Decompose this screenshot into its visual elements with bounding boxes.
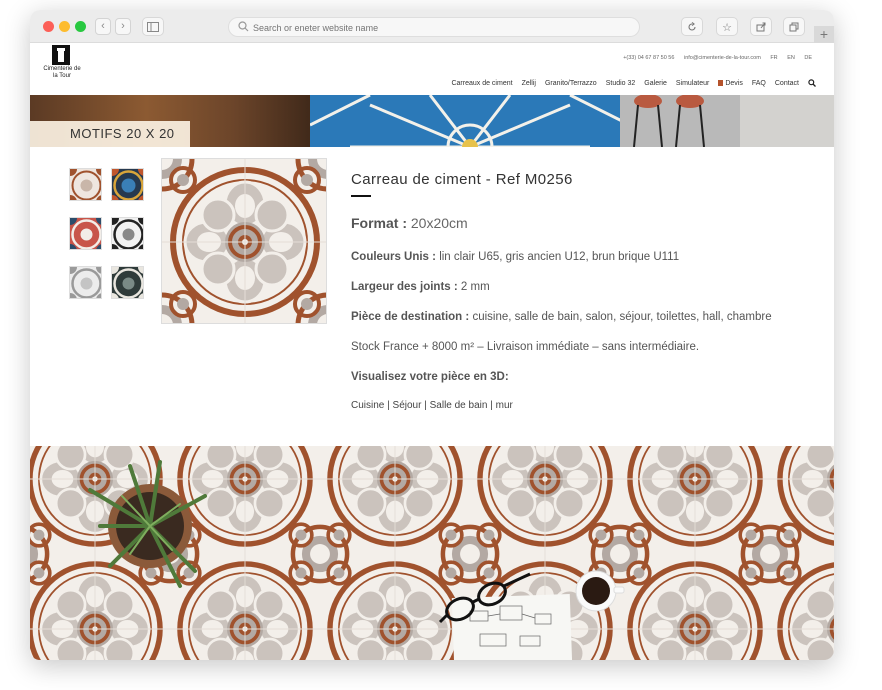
lang-en[interactable]: EN <box>787 55 795 61</box>
tabs-overview-button[interactable] <box>783 17 805 36</box>
tile-thumbnail-image <box>112 218 144 250</box>
forward-button[interactable]: › <box>115 18 131 35</box>
link-3d-mur[interactable]: mur <box>496 400 513 411</box>
browser-window: ‹ › ☆ + Cimenterie de la Tour +(33) 04 6 <box>30 10 834 660</box>
format-label: Format : <box>351 215 407 231</box>
email-link[interactable]: info@cimenterie-de-la-tour.com <box>684 55 761 61</box>
search-icon[interactable] <box>808 79 816 87</box>
3d-room-links: Cuisine | Séjour | Salle de bain | mur <box>351 400 513 411</box>
tile-thumbnail-image <box>70 218 102 250</box>
tile-thumbnail-image <box>112 267 144 299</box>
share-icon <box>756 22 766 32</box>
nav-faq[interactable]: FAQ <box>752 80 766 87</box>
nav-studio[interactable]: Studio 32 <box>606 80 636 87</box>
address-bar[interactable] <box>228 17 640 37</box>
phone-number[interactable]: +(33) 04 67 87 50 56 <box>623 55 674 61</box>
colors-line: Couleurs Unis : lin clair U65, gris anci… <box>351 251 679 263</box>
nav-carreaux[interactable]: Carreaux de ciment <box>451 80 512 87</box>
banner-title: MOTIFS 20 X 20 <box>30 121 190 147</box>
bar-stools-illustration <box>620 95 834 147</box>
chevron-left-icon: ‹ <box>101 20 105 32</box>
category-banner: MOTIFS 20 X 20 <box>30 95 834 147</box>
link-3d-sejour[interactable]: Séjour <box>393 400 422 411</box>
top-contact-bar: +(33) 04 67 87 50 56 info@cimenterie-de-… <box>615 55 812 61</box>
nav-devis[interactable]: Devis <box>718 80 743 87</box>
format-line: Format : 20x20cm <box>351 215 468 231</box>
banner-blue-tile-pattern <box>310 95 630 147</box>
link-separator: | <box>387 400 390 411</box>
joints-label: Largeur des joints : <box>351 281 458 293</box>
colors-label: Couleurs Unis : <box>351 251 436 263</box>
tile-thumbnail-image <box>70 169 102 201</box>
reload-button[interactable] <box>681 17 703 36</box>
format-value: 20x20cm <box>410 215 468 231</box>
sidebar-icon <box>147 22 159 32</box>
product-main-image[interactable] <box>161 158 327 324</box>
lang-fr[interactable]: FR <box>770 55 777 61</box>
nav-zellij[interactable]: Zellij <box>522 80 536 87</box>
link-separator: | <box>490 400 493 411</box>
visualize-heading: Visualisez votre pièce en 3D: <box>351 371 509 383</box>
back-button[interactable]: ‹ <box>95 18 111 35</box>
title-underline <box>351 195 371 197</box>
variant-thumbnail-3[interactable] <box>69 217 102 250</box>
rooms-label: Pièce de destination : <box>351 311 470 323</box>
logo-text: Cimenterie de la Tour <box>43 66 81 79</box>
nav-galerie[interactable]: Galerie <box>644 80 667 87</box>
rooms-value: cuisine, salle de bain, salon, séjour, t… <box>472 311 772 323</box>
nav-granito[interactable]: Granito/Terrazzo <box>545 80 597 87</box>
url-input[interactable] <box>253 20 623 35</box>
star-icon: ☆ <box>722 22 732 34</box>
tower-logo-icon <box>52 45 70 65</box>
variant-thumbnail-5[interactable] <box>69 266 102 299</box>
document-icon <box>718 79 724 86</box>
plus-icon: + <box>819 26 829 42</box>
zoom-window-button[interactable] <box>75 21 86 32</box>
close-window-button[interactable] <box>43 21 54 32</box>
main-navigation: Carreaux de ciment Zellij Granito/Terraz… <box>451 79 816 87</box>
cement-tile-image <box>162 159 327 324</box>
share-button[interactable] <box>750 17 772 36</box>
sketch-paper <box>451 593 573 660</box>
nav-simulateur[interactable]: Simulateur <box>676 80 709 87</box>
site-header: Cimenterie de la Tour +(33) 04 67 87 50 … <box>30 43 834 95</box>
joints-value: 2 mm <box>460 281 490 293</box>
variant-thumbnail-4[interactable] <box>111 217 144 250</box>
lang-de[interactable]: DE <box>804 55 812 61</box>
search-icon <box>238 21 249 32</box>
site-logo[interactable]: Cimenterie de la Tour <box>42 45 82 89</box>
tabs-icon <box>789 22 799 32</box>
reload-icon <box>688 22 696 31</box>
link-3d-cuisine[interactable]: Cuisine <box>351 400 384 411</box>
visualize-label: Visualisez votre pièce en 3D: <box>351 371 509 383</box>
banner-kitchen-photo <box>620 95 834 147</box>
minimize-window-button[interactable] <box>59 21 70 32</box>
new-tab-button[interactable]: + <box>814 26 834 43</box>
link-separator: | <box>424 400 427 411</box>
bookmark-button[interactable]: ☆ <box>716 17 738 36</box>
rooms-line: Pièce de destination : cuisine, salle de… <box>351 311 772 323</box>
nav-contact[interactable]: Contact <box>775 80 799 87</box>
stock-line: Stock France + 8000 m² – Livraison imméd… <box>351 341 700 353</box>
link-3d-salle-de-bain[interactable]: Salle de bain <box>430 400 488 411</box>
tile-thumbnail-image <box>112 169 144 201</box>
chevron-right-icon: › <box>121 20 125 32</box>
tile-thumbnail-image <box>70 267 102 299</box>
sidebar-toggle-button[interactable] <box>142 17 164 36</box>
browser-toolbar: ‹ › ☆ + <box>30 10 834 43</box>
colors-value: lin clair U65, gris ancien U12, brun bri… <box>439 251 680 263</box>
variant-thumbnail-1[interactable] <box>69 168 102 201</box>
nav-devis-label: Devis <box>725 79 743 87</box>
tiled-floor-image <box>30 446 834 660</box>
variant-thumbnail-2[interactable] <box>111 168 144 201</box>
tiled-floor-scene <box>30 446 834 660</box>
variant-thumbnail-6[interactable] <box>111 266 144 299</box>
joints-line: Largeur des joints : 2 mm <box>351 281 490 293</box>
product-title: Carreau de ciment - Ref M0256 <box>351 171 573 188</box>
